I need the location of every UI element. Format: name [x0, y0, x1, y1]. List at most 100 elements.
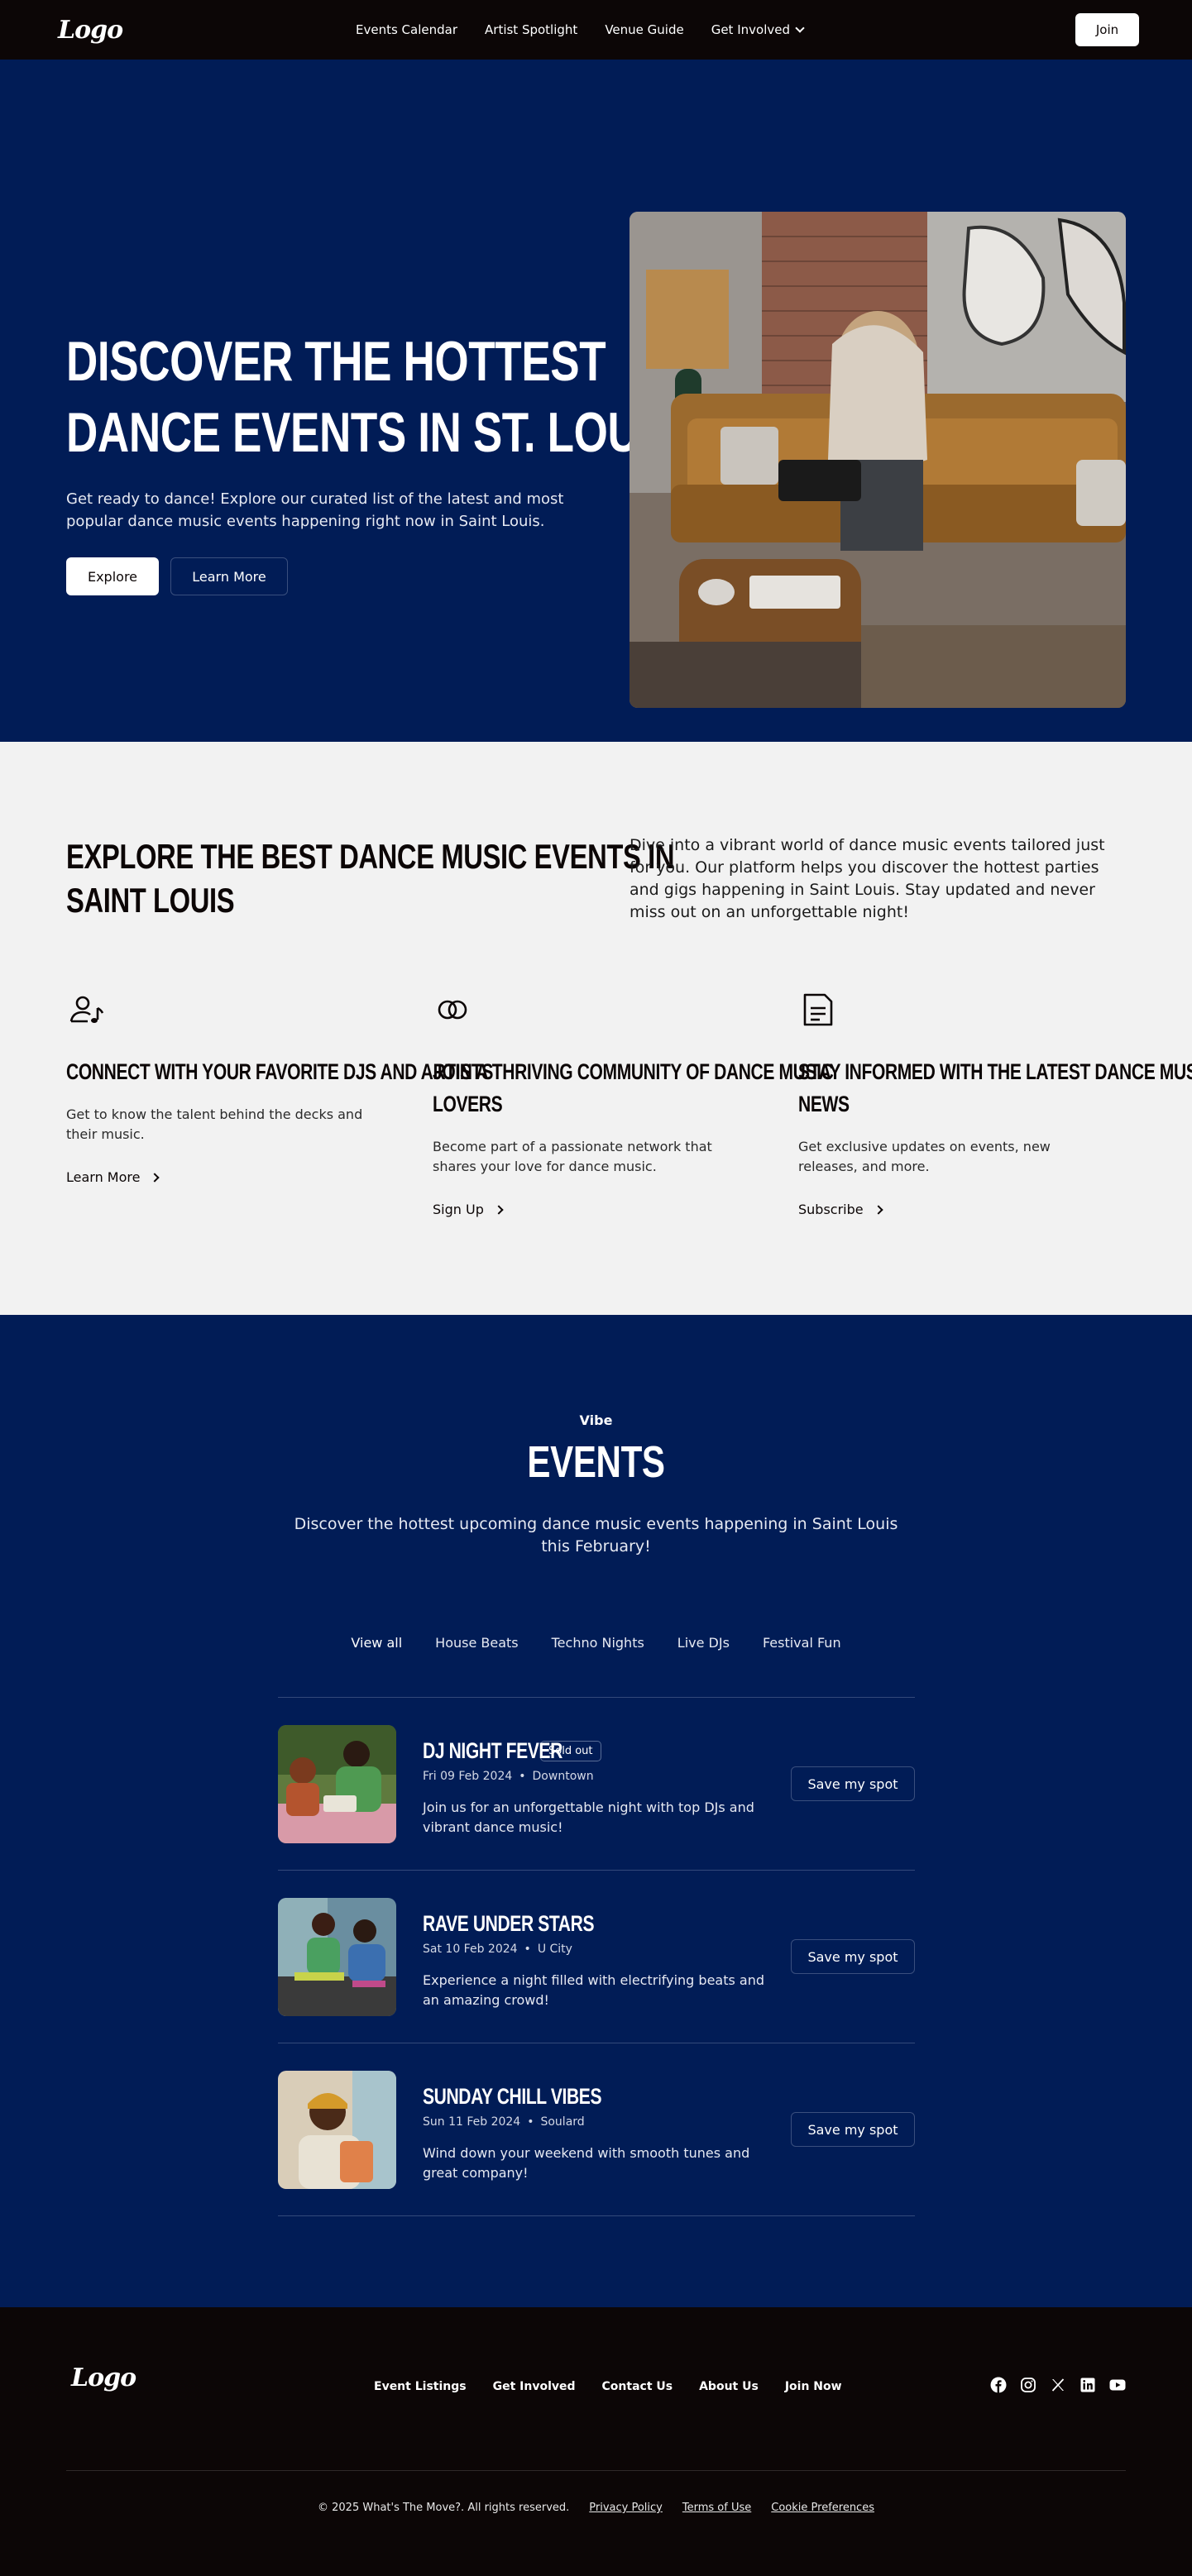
footer-link-event-listings[interactable]: Event Listings	[374, 2380, 467, 2393]
save-my-spot-button[interactable]: Save my spot	[791, 2112, 915, 2147]
event-name: Rave Under Stars	[423, 1911, 595, 1937]
event-row: Sunday Chill Vibes Sun 11 Feb 2024 • Soula…	[278, 2043, 915, 2216]
event-location: Downtown	[532, 1770, 594, 1783]
tab-techno-nights[interactable]: Techno Nights	[548, 1631, 648, 1655]
footer-nav: Event Listings Get Involved Contact Us A…	[374, 2380, 842, 2393]
footer-legal: © 2025 What's The Move?. All rights rese…	[0, 2502, 1192, 2514]
event-name: DJ Night Fever	[423, 1738, 562, 1764]
hero-title-line: Dance Events in St. Louis	[66, 401, 680, 464]
link-label: Learn More	[66, 1169, 141, 1185]
events-title-text: Events	[527, 1437, 665, 1487]
subscribe-link[interactable]: Subscribe	[798, 1202, 1129, 1217]
event-info: Sunday Chill Vibes Sun 11 Feb 2024 • Soula…	[423, 2082, 770, 2183]
explore-button[interactable]: Explore	[66, 557, 159, 595]
footer-divider	[66, 2470, 1126, 2471]
footer-link-join-now[interactable]: Join Now	[785, 2380, 842, 2393]
learn-more-link[interactable]: Learn More	[66, 1169, 397, 1185]
separator-dot: •	[524, 1943, 531, 1956]
events-subtitle: Discover the hottest upcoming dance musi…	[294, 1515, 898, 1556]
privacy-policy-link[interactable]: Privacy Policy	[589, 2502, 663, 2514]
event-meta: Sun 11 Feb 2024 • Soulard	[423, 2115, 770, 2129]
events-tagline: Vibe	[579, 1412, 613, 1428]
event-title-row: Sunday Chill Vibes	[423, 2082, 770, 2110]
feature-card-community: Join a thriving community of dance music…	[433, 990, 834, 1217]
link-label: Sign Up	[433, 1202, 484, 1217]
hero-actions: Explore Learn More	[66, 557, 288, 595]
feature-title-line: Connect with your favorite DJs and artis…	[66, 1059, 493, 1084]
linkedin-icon[interactable]	[1080, 2377, 1096, 2393]
learn-more-button[interactable]: Learn More	[170, 557, 288, 595]
event-info: Rave Under Stars Sat 10 Feb 2024 • U City …	[423, 1909, 770, 2010]
event-name-text: Sunday Chill Vibes	[423, 2083, 602, 2109]
feature-title: Connect with your favorite DJs and artis…	[66, 1056, 493, 1088]
nav-link-events-calendar[interactable]: Events Calendar	[356, 22, 457, 37]
event-info: DJ Night Fever Sold out Fri 09 Feb 2024 •…	[423, 1737, 770, 1838]
events-section: Vibe Events Discover the hottest upcomin…	[0, 1315, 1192, 2307]
footer-link-contact-us[interactable]: Contact Us	[602, 2380, 673, 2393]
join-button[interactable]: Join	[1075, 13, 1139, 46]
save-my-spot-button[interactable]: Save my spot	[791, 1939, 915, 1974]
tab-view-all[interactable]: View all	[347, 1631, 405, 1655]
feature-title-line: Stay informed with the latest dance musi…	[798, 1059, 1192, 1084]
nav-dropdown-label: Get Involved	[711, 22, 790, 37]
event-description: Join us for an unforgettable night with …	[423, 1799, 754, 1835]
event-name: Sunday Chill Vibes	[423, 2084, 602, 2110]
hero-image	[630, 212, 1126, 708]
newspaper-icon	[803, 993, 833, 1026]
event-image	[278, 1725, 396, 1843]
feature-description: Get to know the talent behind the decks …	[66, 1106, 363, 1142]
footer-logo[interactable]: Logo	[71, 2363, 136, 2392]
feature-title: Stay informed with the latest dance musi…	[798, 1056, 1192, 1121]
nav-link-artist-spotlight[interactable]: Artist Spotlight	[485, 22, 577, 37]
cookie-preferences-link[interactable]: Cookie Preferences	[771, 2502, 874, 2514]
tab-house-beats[interactable]: House Beats	[432, 1631, 521, 1655]
logo[interactable]: Logo	[58, 16, 123, 45]
feature-title: Join a thriving community of dance music…	[433, 1056, 834, 1121]
hero-description: Get ready to dance! Explore our curated …	[66, 490, 564, 530]
event-date: Fri 09 Feb 2024	[423, 1770, 513, 1783]
hero-photo-illustration	[630, 212, 1126, 708]
events-title: Events	[0, 1436, 1192, 1488]
separator-dot: •	[527, 2115, 534, 2129]
top-navbar: Logo Events Calendar Artist Spotlight Ve…	[0, 0, 1192, 60]
instagram-icon[interactable]	[1020, 2377, 1036, 2393]
nav-link-venue-guide[interactable]: Venue Guide	[605, 22, 683, 37]
explore-title-line: Saint Louis	[66, 881, 235, 920]
event-location: U City	[537, 1943, 572, 1956]
explore-title-line: Explore the Best Dance Music Events in	[66, 837, 675, 876]
facebook-icon[interactable]	[990, 2377, 1007, 2393]
footer-link-about-us[interactable]: About Us	[699, 2380, 759, 2393]
feature-card-djs: Connect with your favorite DJs and artis…	[66, 990, 493, 1185]
footer-link-get-involved[interactable]: Get Involved	[493, 2380, 576, 2393]
event-filter-tabs: View all House Beats Techno Nights Live …	[0, 1631, 1192, 1655]
event-location: Soulard	[540, 2115, 585, 2129]
link-label: Subscribe	[798, 1202, 864, 1217]
event-description: Experience a night filled with electrify…	[423, 1972, 765, 2008]
feature-title-line: lovers	[433, 1092, 503, 1116]
tab-live-djs[interactable]: Live DJs	[674, 1631, 733, 1655]
separator-dot: •	[519, 1770, 526, 1783]
main-nav: Events Calendar Artist Spotlight Venue G…	[356, 0, 805, 60]
feature-title-line: news	[798, 1092, 850, 1116]
explore-section: Explore the Best Dance Music Events in S…	[0, 742, 1192, 1315]
site-footer: Logo Event Listings Get Involved Contact…	[0, 2307, 1192, 2576]
sign-up-link[interactable]: Sign Up	[433, 1202, 764, 1217]
nav-dropdown-get-involved[interactable]: Get Involved	[711, 22, 805, 37]
x-icon[interactable]	[1050, 2377, 1066, 2393]
save-my-spot-button[interactable]: Save my spot	[791, 1766, 915, 1801]
event-photo-illustration	[278, 1725, 396, 1843]
event-meta: Sat 10 Feb 2024 • U City	[423, 1943, 770, 1956]
terms-of-use-link[interactable]: Terms of Use	[682, 2502, 751, 2514]
event-title-row: Rave Under Stars	[423, 1909, 770, 1938]
event-description: Wind down your weekend with smooth tunes…	[423, 2145, 750, 2181]
chevron-right-icon	[873, 1204, 883, 1215]
tab-festival-fun[interactable]: Festival Fun	[759, 1631, 845, 1655]
copyright-text: © 2025 What's The Move?. All rights rese…	[318, 2502, 570, 2514]
event-list: DJ Night Fever Sold out Fri 09 Feb 2024 •…	[278, 1697, 915, 2216]
event-image	[278, 1898, 396, 2016]
event-row: Rave Under Stars Sat 10 Feb 2024 • U City …	[278, 1871, 915, 2043]
feature-description: Become part of a passionate network that…	[433, 1139, 712, 1174]
social-links	[990, 2377, 1126, 2393]
event-date: Sat 10 Feb 2024	[423, 1943, 518, 1956]
youtube-icon[interactable]	[1109, 2377, 1126, 2393]
